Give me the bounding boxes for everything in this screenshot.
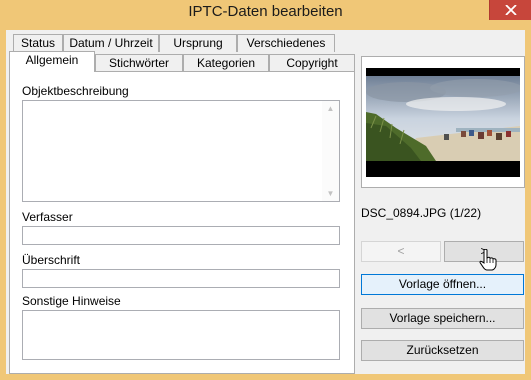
title-bar[interactable]: IPTC-Daten bearbeiten (0, 0, 531, 26)
hand-cursor-icon (479, 248, 497, 274)
headline-field[interactable] (22, 269, 340, 288)
image-preview-frame (361, 56, 525, 188)
preview-image (366, 68, 522, 177)
window-title: IPTC-Daten bearbeiten (188, 3, 343, 20)
author-label: Verfasser (22, 210, 73, 224)
prev-label: < (397, 244, 405, 258)
headline-label: Überschrift (22, 253, 81, 267)
reset-button[interactable]: Zurücksetzen (361, 340, 524, 361)
tab-kategorien[interactable]: Kategorien (183, 54, 269, 72)
tab-label: Allgemein (25, 53, 79, 67)
save-template-label: Vorlage speichern... (389, 311, 496, 325)
tab-label: Status (20, 36, 56, 50)
notes-textarea[interactable] (22, 310, 340, 360)
close-icon (505, 5, 517, 15)
save-template-button[interactable]: Vorlage speichern... (361, 308, 524, 329)
tab-label: Stichwörter (108, 56, 170, 70)
open-template-button[interactable]: Vorlage öffnen... (361, 274, 524, 295)
author-field[interactable] (22, 226, 340, 245)
close-button[interactable] (489, 0, 531, 20)
dialog-window: IPTC-Daten bearbeiten Status Datum / Uhr… (0, 0, 531, 380)
tab-label: Datum / Uhrzeit (69, 36, 153, 50)
tab-label: Ursprung (173, 36, 223, 50)
tab-ursprung[interactable]: Ursprung (159, 34, 237, 52)
notes-label: Sonstige Hinweise (22, 294, 121, 308)
tab-datum-uhrzeit[interactable]: Datum / Uhrzeit (63, 34, 159, 52)
tab-copyright[interactable]: Copyright (269, 54, 355, 72)
scroll-up-icon[interactable]: ▲ (326, 104, 335, 113)
open-template-label: Vorlage öffnen... (398, 277, 487, 291)
dialog-client: Status Datum / Uhrzeit Ursprung Verschie… (6, 30, 525, 374)
tab-stichwoerter[interactable]: Stichwörter (95, 54, 183, 72)
tab-label: Kategorien (196, 56, 256, 70)
scroll-down-icon[interactable]: ▼ (326, 189, 335, 198)
tab-panel-allgemein: Objektbeschreibung ▲ ▼ Verfasser Übersch… (9, 71, 355, 374)
image-filename: DSC_0894.JPG (1/22) (361, 206, 482, 220)
description-label: Objektbeschreibung (22, 84, 129, 98)
tab-label: Verschiedenes (246, 36, 326, 50)
tab-label: Copyright (286, 56, 338, 70)
tab-allgemein[interactable]: Allgemein (9, 51, 95, 72)
tab-status[interactable]: Status (13, 34, 63, 52)
beach-photo (366, 68, 522, 177)
reset-label: Zurücksetzen (406, 343, 479, 357)
previous-image-button[interactable]: < (361, 241, 441, 262)
description-scrollbar[interactable]: ▲ ▼ (322, 101, 339, 201)
description-textarea[interactable]: ▲ ▼ (22, 100, 340, 202)
tab-verschiedenes[interactable]: Verschiedenes (237, 34, 335, 52)
